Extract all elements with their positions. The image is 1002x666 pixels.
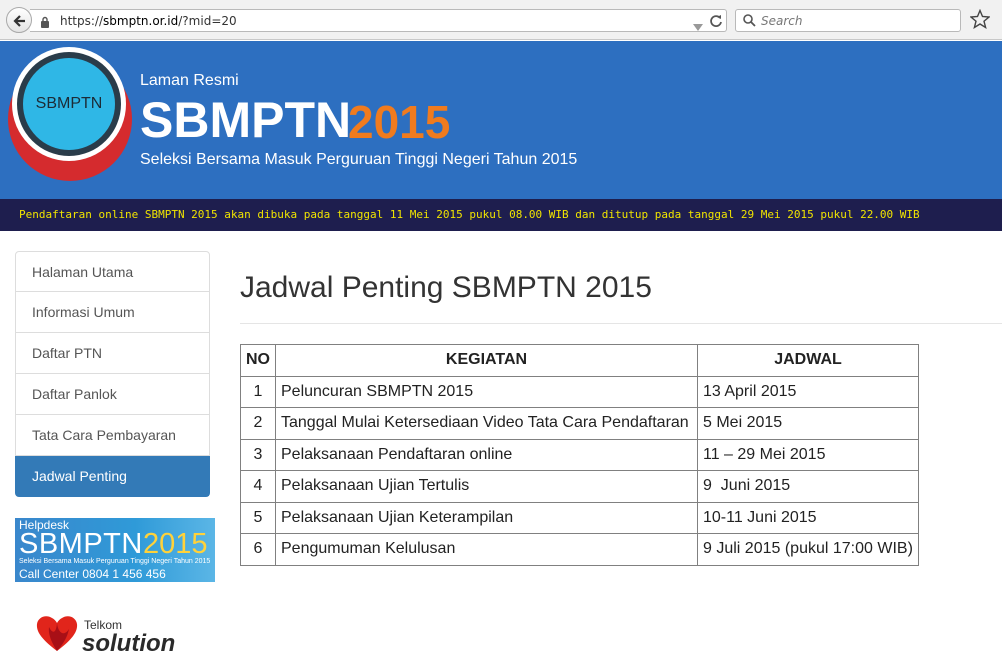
cell-no: 3 [240, 438, 276, 471]
cell-no: 1 [240, 375, 276, 408]
column-header-jadwal: JADWAL [697, 344, 919, 377]
search-placeholder: Search [761, 14, 803, 28]
url-text[interactable]: https://sbmptn.or.id/?mid=20 [60, 14, 237, 28]
cell-jadwal: 9 Juni 2015 [697, 470, 919, 503]
table-row: 4 Pelaksanaan Ujian Tertulis 9 Juni 2015 [240, 470, 919, 503]
cell-kegiatan: Pelaksanaan Ujian Tertulis [275, 470, 698, 503]
cell-no: 2 [240, 407, 276, 440]
reload-icon[interactable] [709, 14, 723, 33]
url-bar[interactable]: https://sbmptn.or.id/?mid=20 [30, 9, 727, 32]
page-title: Jadwal Penting SBMPTN 2015 [240, 271, 652, 304]
cell-kegiatan: Peluncuran SBMPTN 2015 [275, 375, 698, 408]
search-icon [743, 14, 756, 32]
sidebar-item-daftar-ptn[interactable]: Daftar PTN [15, 333, 210, 374]
banner-title: SBMPTN [140, 92, 352, 148]
banner-year: 2015 [348, 96, 451, 148]
cell-jadwal: 11 – 29 Mei 2015 [697, 438, 919, 471]
column-header-no: NO [240, 344, 276, 377]
cell-jadwal: 13 April 2015 [697, 375, 919, 408]
telkom-heart-icon [36, 616, 78, 651]
logo-text: SBMPTN [35, 95, 103, 112]
cell-no: 5 [240, 501, 276, 534]
table-row: 2 Tanggal Mulai Ketersediaan Video Tata … [240, 407, 919, 440]
lock-icon [40, 15, 50, 33]
sidebar-nav: Halaman Utama Informasi Umum Daftar PTN … [15, 251, 210, 497]
column-header-kegiatan: KEGIATAN [275, 344, 698, 377]
arrow-left-icon [13, 15, 25, 27]
cell-kegiatan: Pelaksanaan Ujian Keterampilan [275, 501, 698, 534]
sidebar-item-daftar-panlok[interactable]: Daftar Panlok [15, 374, 210, 415]
sidebar-item-tata-cara-pembayaran[interactable]: Tata Cara Pembayaran [15, 415, 210, 456]
helpdesk-title: SBMPTN [19, 528, 143, 560]
banner-subtitle: Seleksi Bersama Masuk Perguruan Tinggi N… [140, 151, 578, 168]
cell-kegiatan: Tanggal Mulai Ketersediaan Video Tata Ca… [275, 407, 698, 440]
cell-jadwal: 10-11 Juni 2015 [697, 501, 919, 534]
helpdesk-year: 2015 [143, 528, 208, 560]
table-row: 5 Pelaksanaan Ujian Keterampilan 10-11 J… [240, 501, 919, 534]
telkom-solution-logo[interactable]: Telkom solution [34, 611, 204, 657]
table-row: 1 Peluncuran SBMPTN 2015 13 April 2015 [240, 375, 919, 408]
bookmark-star-icon[interactable] [969, 8, 991, 34]
solution-label: solution [82, 630, 176, 657]
search-input[interactable]: Search [735, 9, 961, 32]
table-header-row: NO KEGIATAN JADWAL [240, 344, 919, 377]
table-row: 6 Pengumuman Kelulusan 9 Juli 2015 (puku… [240, 533, 919, 566]
divider [240, 323, 1002, 324]
back-button[interactable] [6, 7, 32, 33]
schedule-table: NO KEGIATAN JADWAL 1 Peluncuran SBMPTN 2… [240, 344, 919, 566]
cell-no: 4 [240, 470, 276, 503]
browser-toolbar: https://sbmptn.or.id/?mid=20 Search [0, 0, 1002, 40]
dropdown-arrow-icon[interactable] [693, 18, 703, 36]
helpdesk-call-center: Call Center 0804 1 456 456 [19, 567, 166, 581]
cell-jadwal: 9 Juli 2015 (pukul 17:00 WIB) [697, 533, 919, 566]
sidebar-item-informasi-umum[interactable]: Informasi Umum [15, 292, 210, 333]
banner-laman: Laman Resmi [140, 72, 239, 89]
announcement-marquee: Pendaftaran online SBMPTN 2015 akan dibu… [0, 199, 1002, 231]
helpdesk-banner[interactable]: Helpdesk SBMPTN 2015 Seleksi Bersama Mas… [15, 518, 215, 582]
table-row: 3 Pelaksanaan Pendaftaran online 11 – 29… [240, 438, 919, 471]
cell-kegiatan: Pelaksanaan Pendaftaran online [275, 438, 698, 471]
cell-kegiatan: Pengumuman Kelulusan [275, 533, 698, 566]
site-banner: SBMPTN Laman Resmi SBMPTN 2015 Seleksi B… [0, 41, 1002, 199]
announcement-text: Pendaftaran online SBMPTN 2015 akan dibu… [19, 208, 920, 221]
cell-jadwal: 5 Mei 2015 [697, 407, 919, 440]
sidebar-item-jadwal-penting[interactable]: Jadwal Penting [15, 456, 210, 497]
helpdesk-subtitle: Seleksi Bersama Masuk Perguruan Tinggi N… [19, 558, 211, 565]
sidebar-item-halaman-utama[interactable]: Halaman Utama [15, 251, 210, 292]
cell-no: 6 [240, 533, 276, 566]
